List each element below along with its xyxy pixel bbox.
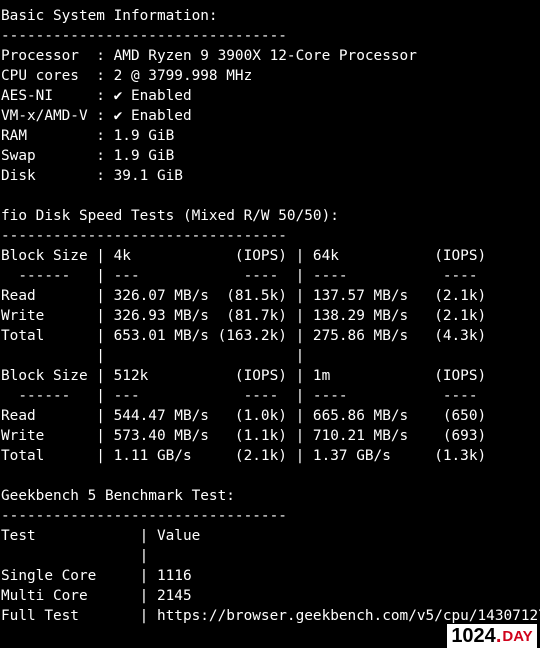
geekbench-spacer-row: | xyxy=(1,548,149,564)
fio-read-row: Read | 544.47 MB/s (1.0k) | 665.86 MB/s … xyxy=(1,408,487,424)
fio-header-row: Block Size | 512k (IOPS) | 1m (IOPS) xyxy=(1,368,487,384)
disk-line: Disk : 39.1 GiB xyxy=(1,168,183,184)
section-title-fio: fio Disk Speed Tests (Mixed R/W 50/50): xyxy=(1,208,339,224)
geekbench-header-row: Test | Value xyxy=(1,528,201,544)
watermark-tld: DAY xyxy=(502,627,533,645)
section-title-system-info: Basic System Information: xyxy=(1,8,218,24)
vmx-line: VM-x/AMD-V : ✔ Enabled xyxy=(1,108,192,124)
fio-header-underline: ------ | --- ---- | ---- ---- xyxy=(1,268,487,284)
site-watermark-logo: 1024. DAY xyxy=(447,624,537,648)
terminal-output: Basic System Information: --------------… xyxy=(0,0,540,648)
fio-read-row: Read | 326.07 MB/s (81.5k) | 137.57 MB/s… xyxy=(1,288,487,304)
fio-total-row: Total | 653.01 MB/s (163.2k) | 275.86 MB… xyxy=(1,328,487,344)
ram-line: RAM : 1.9 GiB xyxy=(1,128,175,144)
fio-write-row: Write | 326.93 MB/s (81.7k) | 138.29 MB/… xyxy=(1,308,487,324)
fio-header-row: Block Size | 4k (IOPS) | 64k (IOPS) xyxy=(1,248,487,264)
geekbench-full-test-row: Full Test | https://browser.geekbench.co… xyxy=(1,608,540,624)
fio-header-underline: ------ | --- ---- | ---- ---- xyxy=(1,388,487,404)
fio-write-row: Write | 573.40 MB/s (1.1k) | 710.21 MB/s… xyxy=(1,428,487,444)
watermark-number: 1024 xyxy=(451,624,496,647)
processor-line: Processor : AMD Ryzen 9 3900X 12-Core Pr… xyxy=(1,48,417,64)
swap-line: Swap : 1.9 GiB xyxy=(1,148,175,164)
watermark-dot: . xyxy=(495,624,502,647)
fio-spacer-row: | | xyxy=(1,348,487,364)
separator: --------------------------------- xyxy=(1,228,287,244)
separator: --------------------------------- xyxy=(1,508,287,524)
cpu-cores-line: CPU cores : 2 @ 3799.998 MHz xyxy=(1,68,253,84)
geekbench-single-core-row: Single Core | 1116 xyxy=(1,568,192,584)
fio-total-row: Total | 1.11 GB/s (2.1k) | 1.37 GB/s (1.… xyxy=(1,448,487,464)
geekbench-multi-core-row: Multi Core | 2145 xyxy=(1,588,192,604)
aes-ni-line: AES-NI : ✔ Enabled xyxy=(1,88,192,104)
separator: --------------------------------- xyxy=(1,28,287,44)
section-title-geekbench: Geekbench 5 Benchmark Test: xyxy=(1,488,235,504)
